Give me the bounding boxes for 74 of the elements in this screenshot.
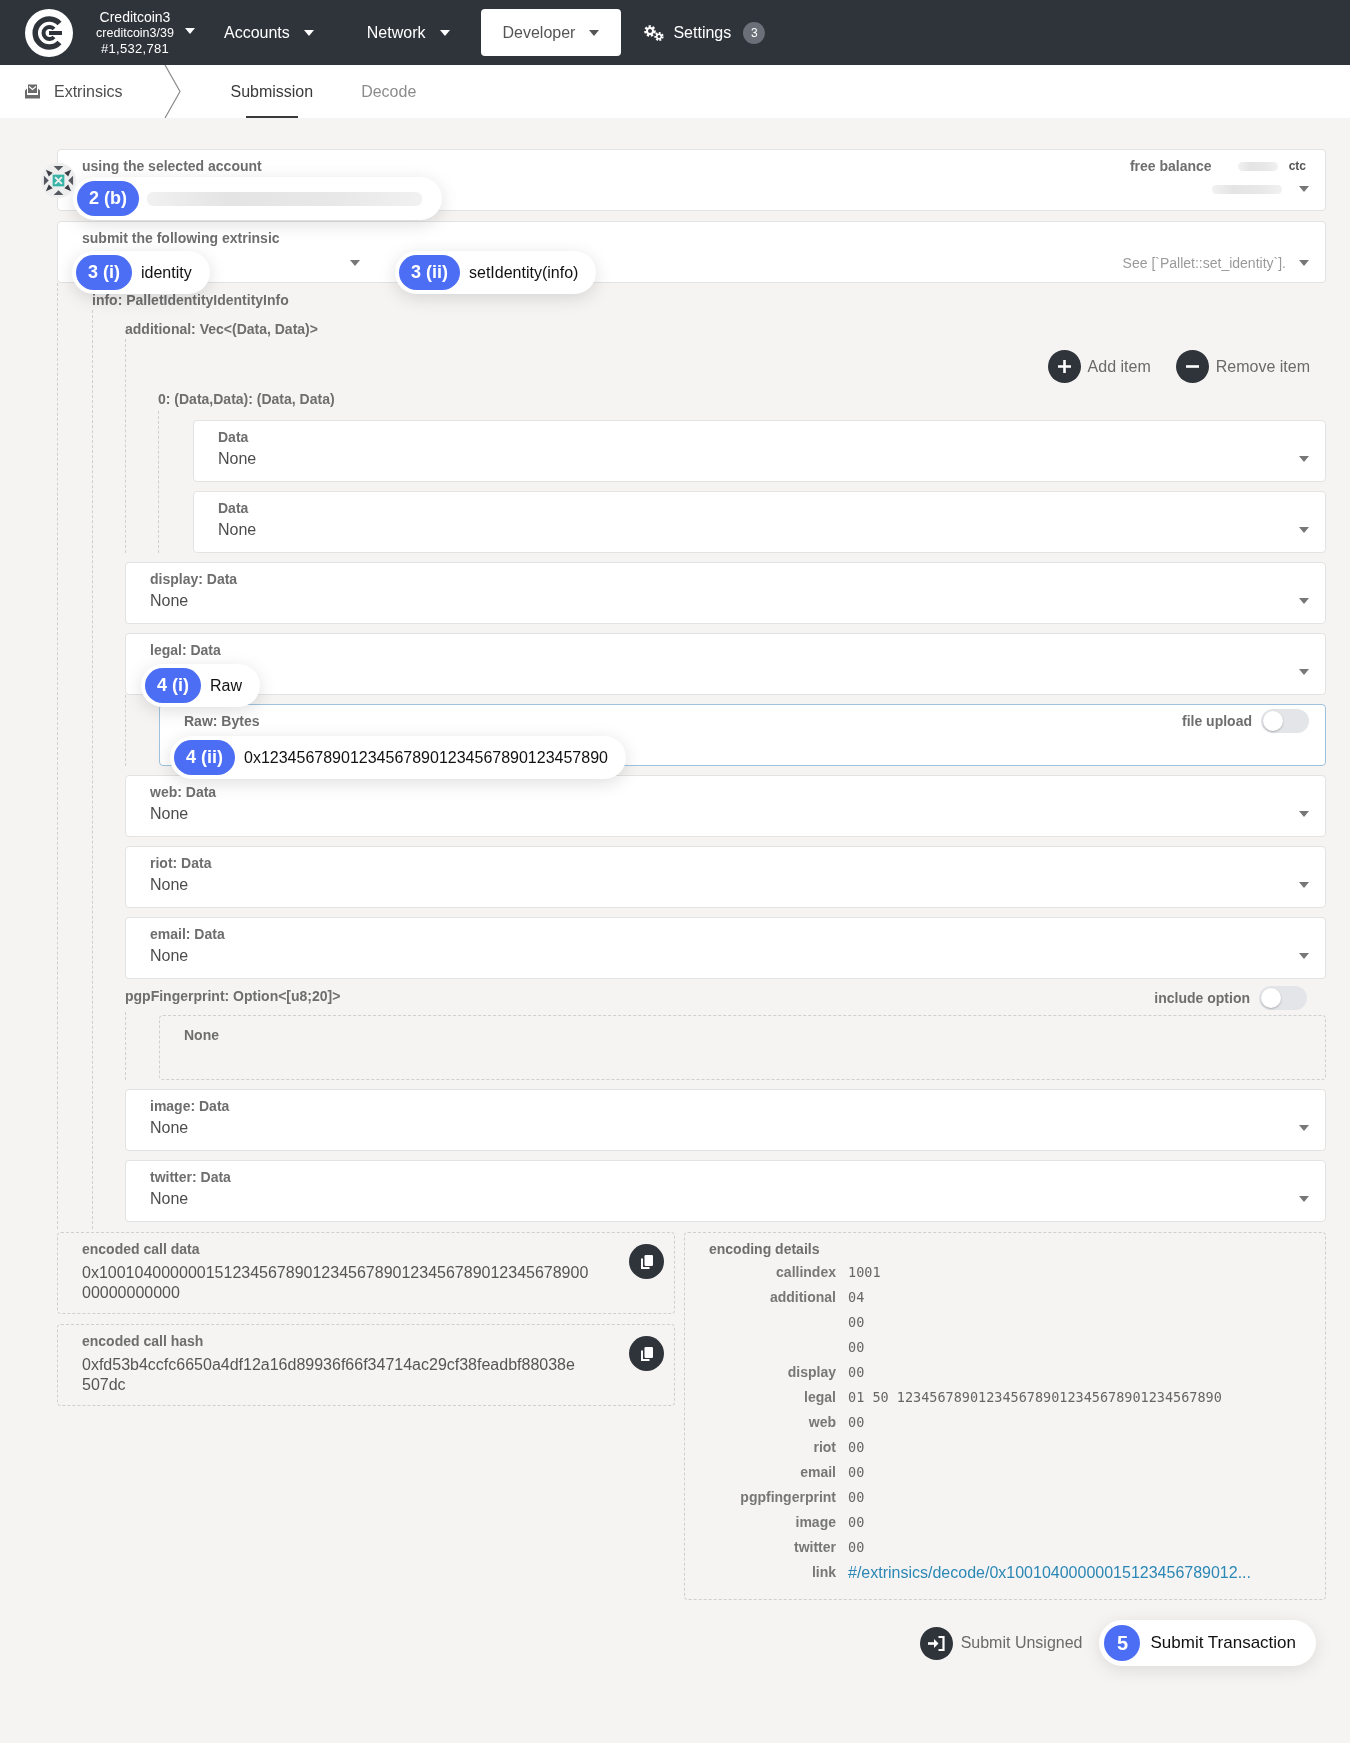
option-value: None [184,1026,219,1044]
field-label: web: Data [150,783,217,801]
step-badge: 5 [1104,1625,1141,1661]
step-badge: 4 (i) [145,668,201,703]
param-label: info: PalletIdentityIdentityInfo [92,291,289,310]
detail-label: callindex [776,1264,836,1280]
output-label: encoded call data [82,1240,200,1259]
detail-value: 00 [848,1464,865,1480]
encoded-value-line: 507dc [82,1375,126,1395]
detail-label: riot [813,1439,836,1455]
encoded-value-line: 00000000000 [82,1283,180,1303]
dropdown-value: None [150,591,189,611]
detail-value: 00 [848,1539,865,1555]
detail-label: additional [769,1289,836,1305]
field-label: Raw: Bytes [184,712,260,730]
detail-value: 1001 [848,1264,881,1280]
chain-name: Creditcoin3 [99,9,171,25]
block-number: #1,532,781 [100,40,170,56]
field-label: Data [218,499,249,517]
field-label: submit the following extrinsic [82,229,281,247]
dropdown-value: None [150,875,189,895]
field-label: image: Data [150,1097,230,1115]
output-label: encoded call hash [82,1332,204,1351]
encoded-value-line: 0xfd53b4ccfc6650a4df12a16d89936f66f34714ac29cf38feadbf88038e [82,1355,575,1375]
field-label: legal: Data [150,641,221,659]
field-label: display: Data [150,570,238,588]
dropdown-value: None [150,1189,189,1209]
balance-unit: ctc [1288,159,1306,173]
detail-label: pgpfingerprint [740,1489,836,1505]
detail-value: 00 [848,1439,865,1455]
dropdown-value: None [218,449,257,469]
dropdown-value: None [150,1118,189,1138]
detail-value: 00 [848,1364,865,1380]
detail-label: image [795,1514,836,1530]
input-value: 0x123456789012345678901234567890123457890 [244,748,608,767]
step-badge: 3 (i) [76,255,132,290]
detail-value: 04 [848,1289,865,1305]
panel-title: encoding details [709,1240,820,1259]
detail-label: twitter [794,1539,836,1555]
runtime-version: creditcoin3/39 [96,24,174,41]
method-value: setIdentity(info) [469,263,579,282]
balance-label: free balance [1129,157,1212,175]
toggle-label: file upload [1182,713,1252,729]
detail-label: display [787,1364,836,1380]
dropdown-value: None [150,804,189,824]
detail-value: 00 [848,1489,865,1505]
dropdown-value: None [150,946,189,966]
detail-value: 00 [848,1314,865,1330]
field-label: email: Data [150,925,225,943]
detail-value: 00 [848,1414,865,1430]
method-description: See [`Pallet::set_identity`]. [1122,255,1286,271]
step-badge: 3 (ii) [399,255,460,290]
count-badge: 3 [743,21,766,44]
detail-label: email [800,1464,836,1480]
field-label: twitter: Data [150,1168,231,1186]
field-label: using the selected account [82,157,262,175]
toggle-label: include option [1154,990,1250,1006]
step-badge: 2 (b) [77,181,139,216]
dropdown-value: Raw [210,676,243,695]
detail-label: web [808,1414,836,1430]
detail-label: legal [804,1389,836,1405]
detail-label: link [811,1564,836,1580]
param-label: additional: Vec<(Data, Data)> [125,320,318,339]
dropdown-value: None [218,520,257,540]
step-badge: 4 (ii) [174,740,235,775]
field-label: Data [218,428,249,446]
field-label: riot: Data [150,854,212,872]
detail-value: 00 [848,1339,865,1355]
detail-value: 01 50 1234567890123456789012345678901234567890 [848,1389,1222,1405]
section-value: identity [141,263,192,282]
detail-value: 00 [848,1514,865,1530]
param-label: 0: (Data,Data): (Data, Data) [158,390,335,409]
encoded-value-line: 0x1001040000001512345678901234567890123456789012345678900 [82,1263,589,1283]
param-label: pgpFingerprint: Option<[u8;20]> [125,987,341,1006]
